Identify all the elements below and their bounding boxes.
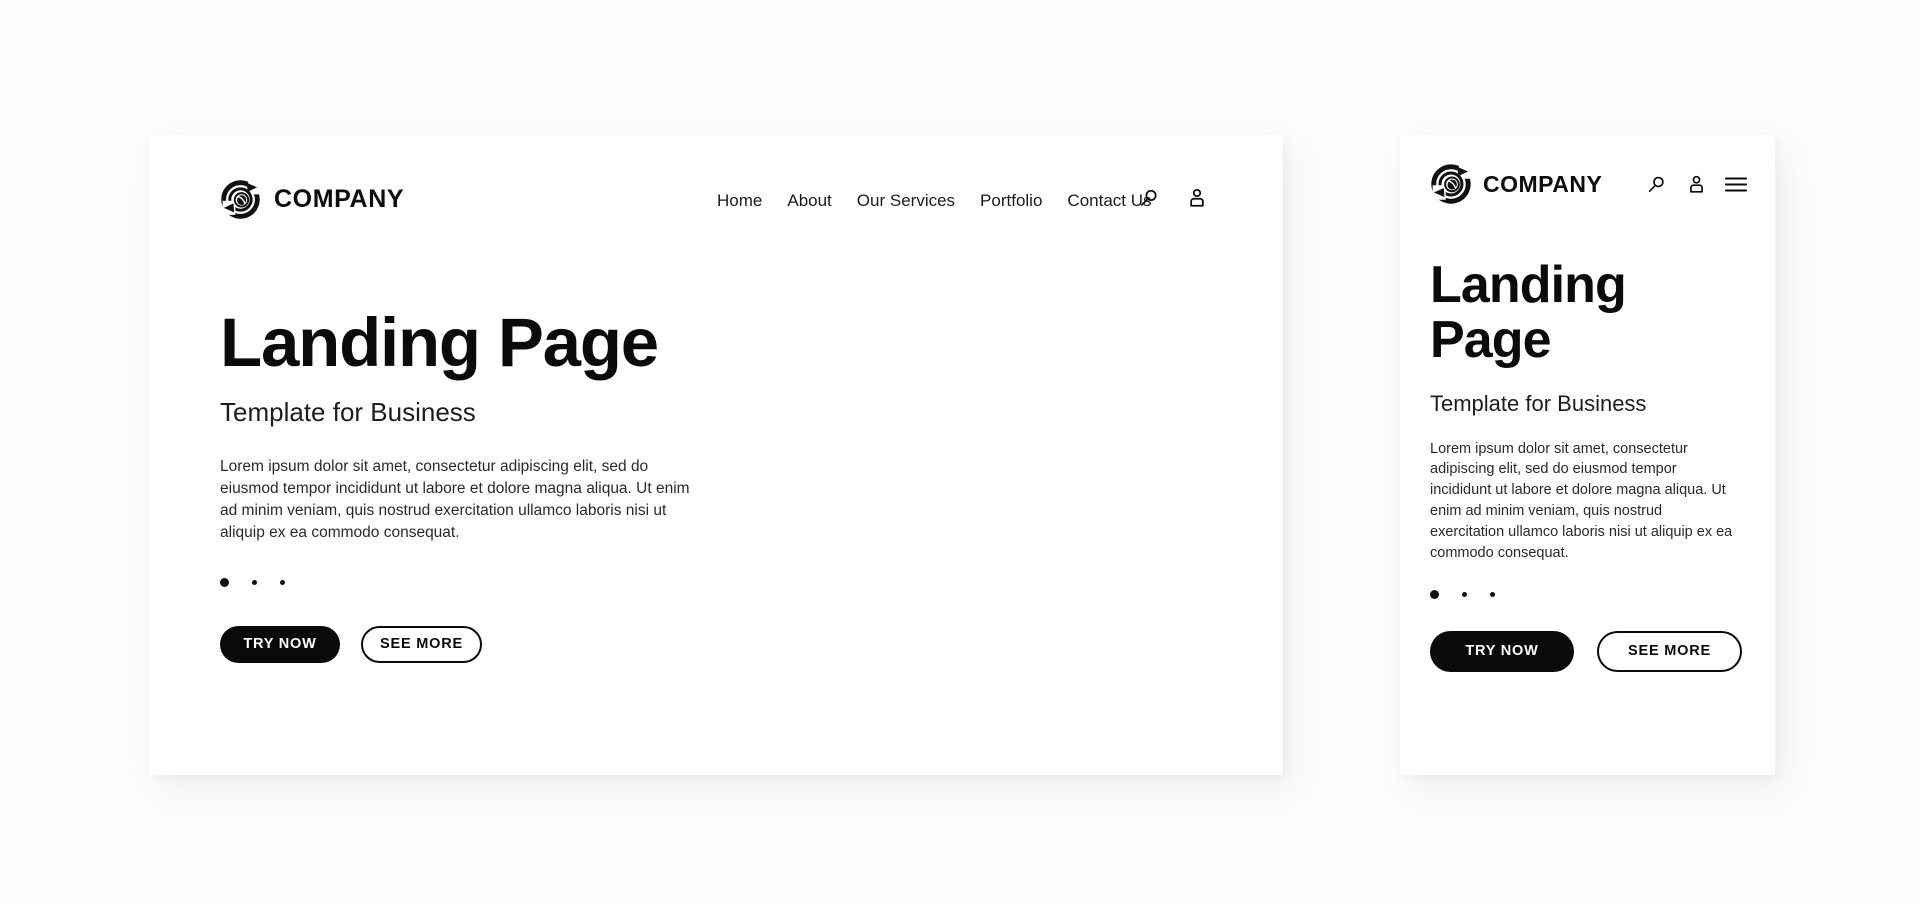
carousel-dot-3[interactable] [280, 579, 285, 585]
mobile-brand-name: COMPANY [1483, 170, 1603, 197]
desktop-hero-subtitle: Template for Business [220, 397, 476, 428]
mobile-header: COMPANY [1430, 163, 1749, 205]
desktop-header-actions [1136, 185, 1210, 211]
mobile-cta-row: TRY NOW SEE MORE [1430, 630, 1742, 672]
nav-item-about[interactable]: About [787, 192, 831, 209]
search-icon[interactable] [1643, 171, 1669, 197]
dot-spacer [1467, 594, 1490, 595]
swirl-circle-logo-icon [1431, 163, 1472, 204]
nav-item-home[interactable]: Home [717, 192, 762, 209]
carousel-dot-1[interactable] [1430, 589, 1439, 599]
mobile-carousel-dots [1430, 589, 1742, 599]
carousel-dot-1[interactable] [220, 577, 229, 587]
desktop-brand-name: COMPANY [274, 185, 405, 213]
see-more-button[interactable]: SEE MORE [361, 625, 482, 663]
carousel-dot-3[interactable] [1490, 591, 1495, 597]
nav-item-our-services[interactable]: Our Services [857, 192, 955, 209]
mobile-mockup-card: COMPANY Landing Page Template for Busine… [1400, 135, 1775, 775]
desktop-hero: Landing Page Template for Business Lorem… [220, 304, 740, 663]
mobile-hero: Landing Page Template for Business Lorem… [1430, 256, 1742, 672]
desktop-page-title: Landing Page [220, 304, 659, 381]
mobile-hero-subtitle: Template for Business [1430, 391, 1647, 417]
user-icon[interactable] [1184, 185, 1210, 211]
dot-spacer [257, 582, 280, 583]
dot-spacer [229, 582, 252, 583]
mobile-hero-body: Lorem ipsum dolor sit amet, consectetur … [1430, 440, 1733, 561]
desktop-carousel-dots [220, 577, 740, 587]
desktop-cta-row: TRY NOW SEE MORE [220, 625, 740, 663]
try-now-button[interactable]: TRY NOW [220, 625, 340, 663]
nav-item-portfolio[interactable]: Portfolio [980, 192, 1042, 209]
mobile-page-title: Landing Page [1430, 256, 1627, 370]
dot-spacer [1439, 594, 1462, 595]
see-more-button[interactable]: SEE MORE [1596, 630, 1742, 672]
user-icon[interactable] [1683, 171, 1709, 197]
desktop-mockup-card: COMPANY Home About Our Services Portfoli… [149, 135, 1283, 775]
mobile-header-actions [1643, 171, 1749, 197]
hamburger-menu-icon[interactable] [1723, 171, 1749, 197]
search-icon[interactable] [1136, 185, 1162, 211]
desktop-brand[interactable]: COMPANY [220, 179, 404, 220]
desktop-nav: Home About Our Services Portfolio Contac… [717, 192, 1152, 209]
swirl-circle-logo-icon [221, 179, 261, 219]
mobile-brand[interactable]: COMPANY [1430, 163, 1602, 205]
desktop-hero-body: Lorem ipsum dolor sit amet, consectetur … [220, 457, 690, 541]
try-now-button[interactable]: TRY NOW [1430, 630, 1574, 672]
